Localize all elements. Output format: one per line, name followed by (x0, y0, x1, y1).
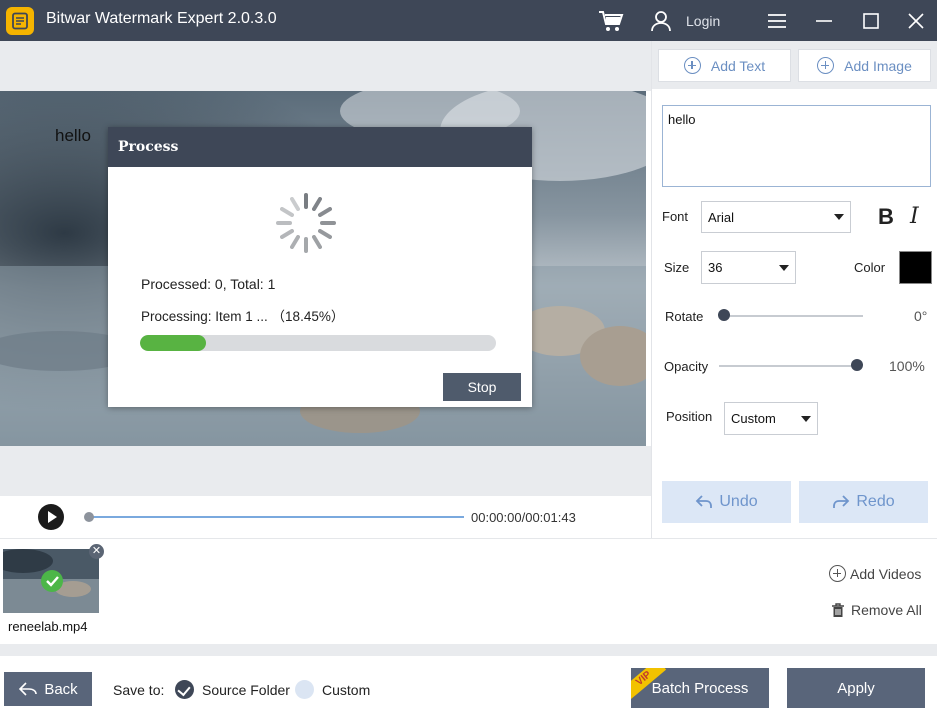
remove-video-icon[interactable]: ✕ (89, 544, 104, 559)
rotate-slider-handle[interactable] (718, 309, 730, 321)
add-image-label: Add Image (844, 57, 912, 74)
watermark-text-input[interactable]: hello (662, 105, 931, 187)
undo-arrow-icon (696, 495, 713, 508)
color-picker-swatch[interactable] (899, 251, 932, 284)
bold-button[interactable]: B (878, 204, 894, 230)
dialog-title: Process (108, 127, 532, 167)
progress-bar (140, 335, 496, 351)
chevron-down-icon (834, 214, 844, 220)
process-dialog: Process Processed: 0, Total: 1 Processin… (108, 127, 532, 407)
color-label: Color (854, 260, 886, 275)
opacity-label: Opacity (664, 359, 709, 374)
italic-button[interactable]: I (910, 204, 919, 229)
trash-icon (832, 602, 844, 617)
batch-process-label: Batch Process (651, 679, 749, 697)
source-folder-radio[interactable] (175, 680, 194, 699)
section-divider (0, 644, 937, 656)
custom-folder-label[interactable]: Custom (322, 682, 370, 698)
size-select-value: 36 (708, 260, 723, 275)
processing-status: Processing: Item 1 ... （18.45%） (141, 309, 345, 324)
menu-icon[interactable] (766, 11, 788, 31)
position-label: Position (666, 409, 713, 424)
video-list: ✕ reneelab.mp4 Add Videos Remove All (0, 538, 937, 644)
rotate-slider-track[interactable] (724, 315, 863, 317)
loading-spinner-icon (276, 193, 336, 253)
remove-all-button[interactable]: Remove All (831, 602, 922, 618)
processed-count: Processed: 0, Total: 1 (141, 276, 276, 292)
cart-icon[interactable] (598, 9, 624, 33)
app-title: Bitwar Watermark Expert 2.0.3.0 (46, 10, 277, 27)
user-icon[interactable] (650, 10, 672, 32)
bottom-bar: Back Save to: Source Folder Custom VIP B… (0, 656, 937, 720)
maximize-icon[interactable] (861, 11, 881, 31)
font-label: Font (662, 209, 689, 224)
save-to-label: Save to: (113, 682, 165, 698)
back-label: Back (44, 680, 78, 698)
video-filename: reneelab.mp4 (8, 619, 88, 634)
watermark-settings-panel: Add Text Add Image hello Font Arial B I … (651, 41, 937, 538)
undo-label: Undo (719, 493, 758, 510)
add-text-button[interactable]: Add Text (658, 49, 791, 82)
canvas-top-margin (0, 41, 651, 91)
add-circle-icon (817, 57, 835, 74)
close-icon[interactable] (906, 11, 926, 31)
redo-label: Redo (856, 493, 895, 510)
login-link[interactable]: Login (686, 13, 720, 29)
custom-folder-radio[interactable] (295, 680, 314, 699)
minimize-icon[interactable] (814, 11, 834, 31)
rotate-value: 0° (914, 308, 928, 324)
font-select-value: Arial (708, 209, 735, 225)
add-image-button[interactable]: Add Image (798, 49, 931, 82)
opacity-slider-track[interactable] (719, 365, 857, 367)
seek-handle[interactable] (84, 512, 94, 522)
add-videos-label: Add Videos (850, 565, 922, 582)
font-select[interactable]: Arial (701, 201, 851, 233)
add-videos-button[interactable]: Add Videos (829, 565, 921, 582)
batch-process-button[interactable]: VIP Batch Process (631, 668, 769, 708)
time-display: 00:00:00/00:01:43 (471, 510, 576, 525)
chevron-down-icon (801, 415, 811, 422)
opacity-value: 100% (889, 358, 925, 374)
opacity-slider-handle[interactable] (851, 359, 863, 371)
size-select[interactable]: 36 (701, 251, 796, 284)
video-thumbnail[interactable] (3, 549, 99, 613)
player-bar: 00:00:00/00:01:43 (0, 496, 651, 538)
position-select[interactable]: Custom (724, 402, 818, 435)
back-arrow-icon (19, 682, 38, 696)
chevron-down-icon (779, 264, 789, 271)
size-label: Size (664, 260, 690, 275)
progress-bar-fill (140, 335, 206, 351)
undo-button[interactable]: Undo (662, 481, 791, 523)
source-folder-label[interactable]: Source Folder (202, 682, 290, 698)
add-circle-icon (829, 565, 846, 582)
play-icon[interactable] (38, 504, 64, 530)
add-circle-icon (683, 57, 701, 74)
redo-button[interactable]: Redo (799, 481, 928, 523)
remove-all-label: Remove All (851, 602, 922, 618)
position-select-value: Custom (731, 411, 776, 426)
title-bar: Bitwar Watermark Expert 2.0.3.0 Login (0, 0, 937, 41)
canvas-bottom-margin (0, 446, 651, 496)
apply-button[interactable]: Apply (787, 668, 925, 708)
back-button[interactable]: Back (4, 672, 92, 706)
rotate-label: Rotate (665, 309, 704, 324)
add-text-label: Add Text (710, 57, 766, 74)
redo-arrow-icon (833, 495, 850, 508)
seek-track[interactable] (88, 516, 464, 518)
app-logo-icon (6, 7, 34, 35)
watermark-text-overlay[interactable]: hello (55, 126, 91, 146)
stop-button[interactable]: Stop (443, 373, 521, 401)
check-icon (41, 570, 63, 592)
